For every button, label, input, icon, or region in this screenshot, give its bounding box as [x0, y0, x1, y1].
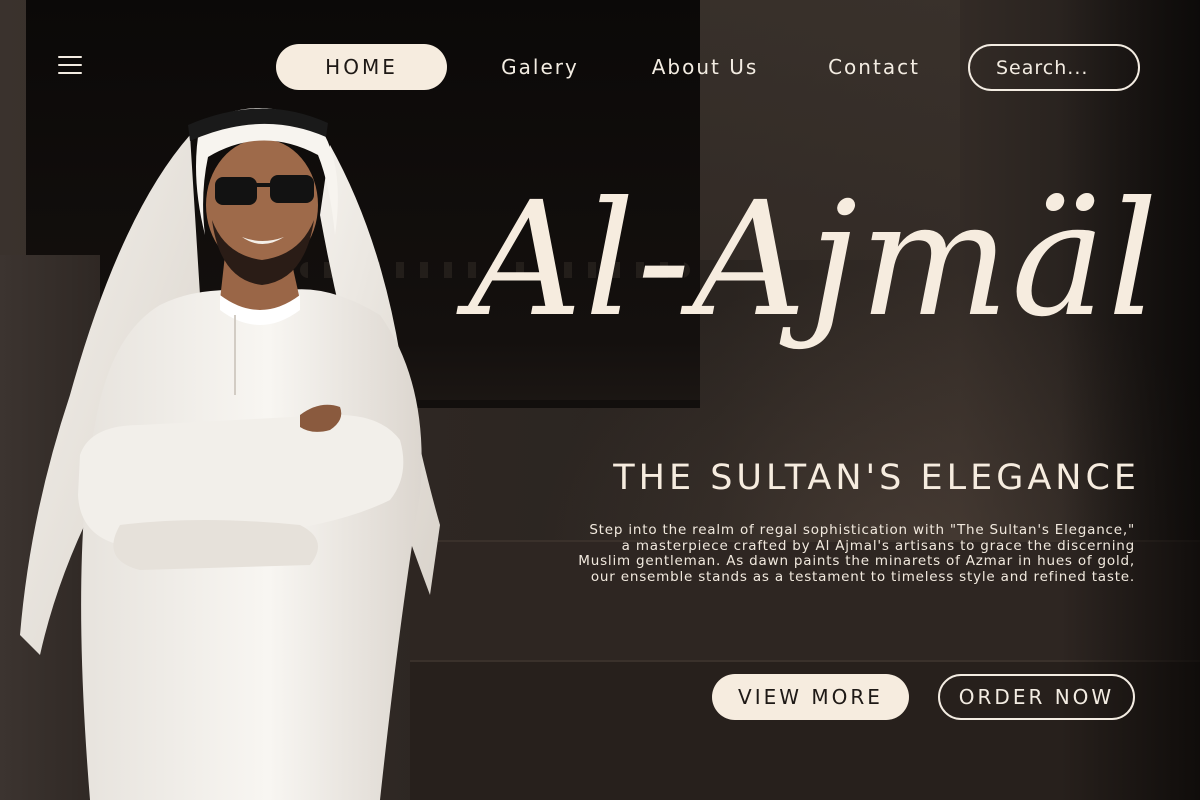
- hero-section: HOME Galery About Us Contact Al-Ajmäl TH…: [0, 0, 1200, 800]
- nav-contact-link[interactable]: Contact: [815, 44, 933, 90]
- collection-tagline: THE SULTAN'S ELEGANCE: [613, 458, 1140, 498]
- collection-description: Step into the realm of regal sophisticat…: [578, 522, 1135, 585]
- search-input[interactable]: [968, 44, 1140, 91]
- model-photo: [20, 107, 440, 800]
- top-navigation: HOME Galery About Us Contact: [0, 0, 1200, 130]
- order-now-button[interactable]: ORDER NOW: [938, 674, 1135, 720]
- nav-galery-link[interactable]: Galery: [480, 44, 600, 90]
- brand-title: Al-Ajmäl: [468, 168, 1160, 352]
- nav-about-us-link[interactable]: About Us: [640, 44, 770, 90]
- view-more-button[interactable]: VIEW MORE: [712, 674, 909, 720]
- nav-home-link[interactable]: HOME: [276, 44, 447, 90]
- hamburger-menu-icon[interactable]: [58, 54, 82, 76]
